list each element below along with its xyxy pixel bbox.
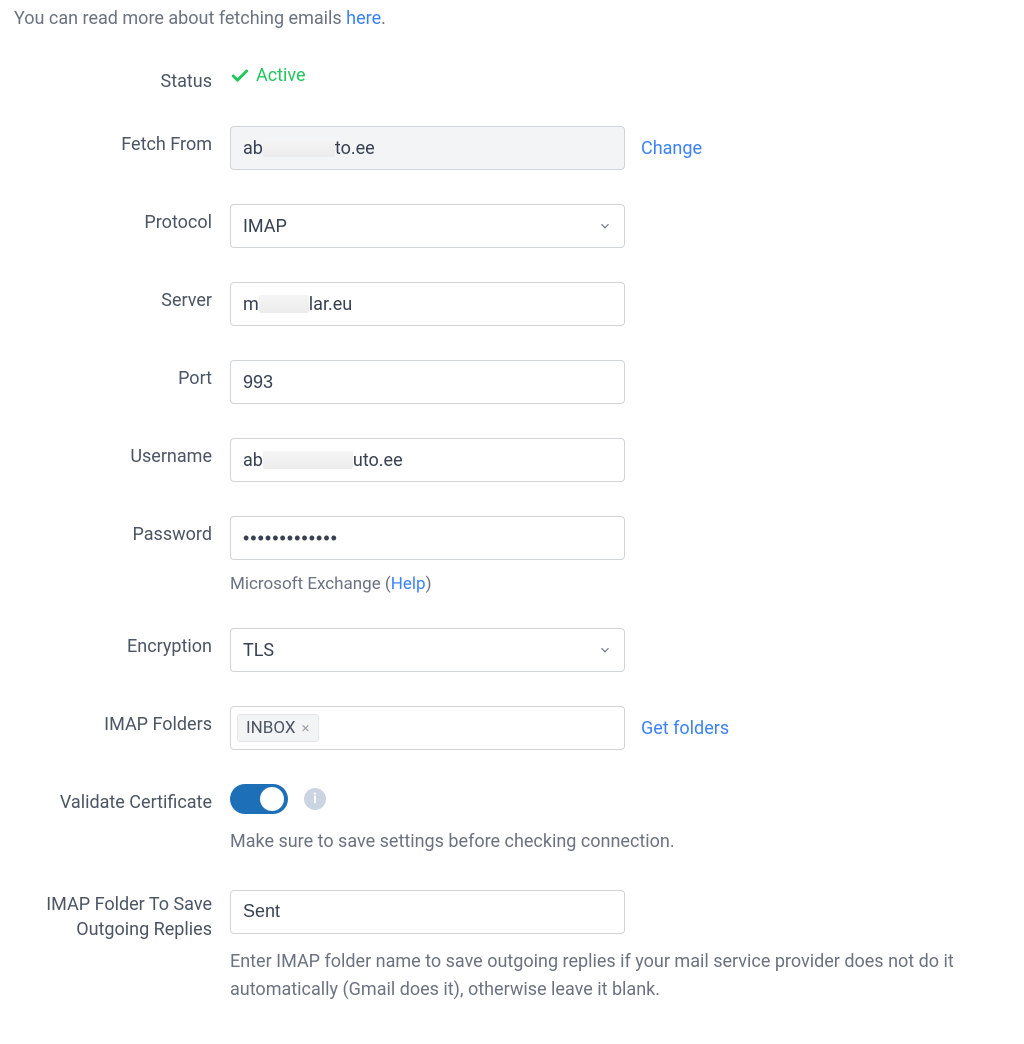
check-icon bbox=[230, 66, 250, 86]
protocol-value: IMAP bbox=[243, 216, 287, 237]
status-text: Active bbox=[256, 65, 306, 86]
toggle-knob bbox=[260, 787, 284, 811]
label-status: Status bbox=[14, 63, 212, 92]
redacted bbox=[263, 139, 335, 157]
label-username: Username bbox=[14, 438, 212, 467]
label-validate-cert: Validate Certificate bbox=[14, 784, 212, 813]
imap-folders-input[interactable]: INBOX × bbox=[230, 706, 625, 750]
outgoing-folder-help: Enter IMAP folder name to save outgoing … bbox=[230, 948, 990, 1004]
redacted bbox=[259, 295, 309, 313]
label-port: Port bbox=[14, 360, 212, 389]
folder-tag: INBOX × bbox=[237, 714, 319, 742]
validate-cert-help: Make sure to save settings before checki… bbox=[230, 828, 990, 856]
chevron-down-icon bbox=[598, 219, 612, 233]
label-imap-folders: IMAP Folders bbox=[14, 706, 212, 735]
label-server: Server bbox=[14, 282, 212, 311]
validate-cert-toggle[interactable] bbox=[230, 784, 288, 814]
port-input[interactable] bbox=[230, 360, 625, 404]
intro-before: You can read more about fetching emails bbox=[14, 8, 346, 29]
exchange-help-link[interactable]: Help bbox=[391, 574, 426, 594]
encryption-value: TLS bbox=[243, 640, 274, 661]
fetch-from-value: abto.ee bbox=[230, 126, 625, 170]
intro-text: You can read more about fetching emails … bbox=[14, 8, 1010, 29]
label-encryption: Encryption bbox=[14, 628, 212, 657]
chevron-down-icon bbox=[598, 643, 612, 657]
label-fetch-from: Fetch From bbox=[14, 126, 212, 155]
server-input[interactable]: mlar.eu bbox=[230, 282, 625, 326]
encryption-select[interactable]: TLS bbox=[230, 628, 625, 672]
settings-form: Status Active Fetch From abto.ee Change … bbox=[14, 63, 1010, 1004]
remove-tag-icon[interactable]: × bbox=[302, 719, 310, 737]
password-input[interactable] bbox=[230, 516, 625, 560]
change-link[interactable]: Change bbox=[641, 138, 702, 159]
username-input[interactable]: abuto.ee bbox=[230, 438, 625, 482]
label-protocol: Protocol bbox=[14, 204, 212, 233]
intro-after: . bbox=[381, 8, 386, 29]
outgoing-folder-input[interactable] bbox=[230, 890, 625, 934]
password-helper: Microsoft Exchange (Help) bbox=[230, 574, 1000, 594]
intro-link[interactable]: here bbox=[346, 8, 381, 29]
label-password: Password bbox=[14, 516, 212, 545]
get-folders-link[interactable]: Get folders bbox=[641, 718, 729, 739]
info-icon[interactable]: i bbox=[304, 788, 326, 810]
protocol-select[interactable]: IMAP bbox=[230, 204, 625, 248]
label-outgoing-folder: IMAP Folder To Save Outgoing Replies bbox=[14, 890, 212, 942]
redacted bbox=[263, 451, 353, 469]
